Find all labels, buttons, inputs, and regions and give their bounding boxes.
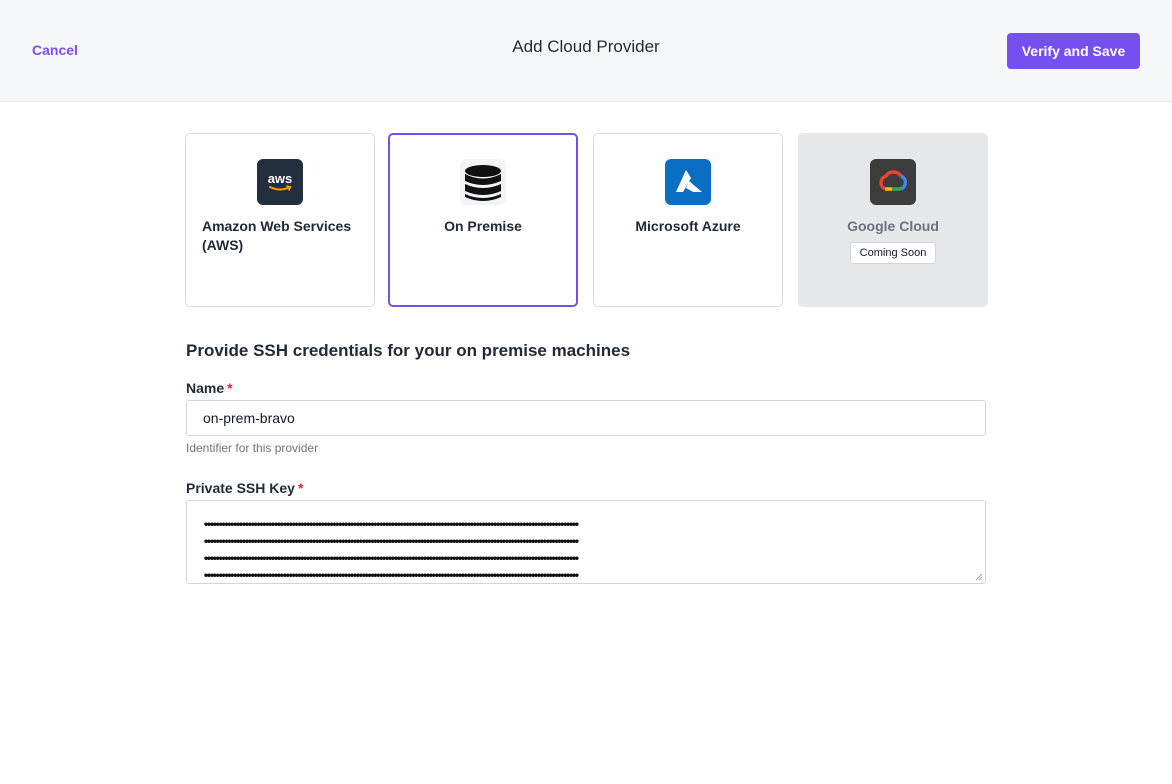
provider-name: On Premise [444,218,522,234]
provider-name: Google Cloud [847,218,939,234]
provider-card-aws[interactable]: aws Amazon Web Services (AWS) [185,133,375,307]
resize-handle-icon[interactable] [975,573,983,581]
provider-card-azure[interactable]: Microsoft Azure [593,133,783,307]
database-icon [460,159,506,205]
ssh-key-masked-line: ••••••••••••••••••••••••••••••••••••••••… [203,520,580,531]
name-field-label: Name * [186,380,233,396]
google-cloud-logo-icon [870,159,916,205]
name-hint: Identifier for this provider [186,441,319,455]
provider-card-on-premise[interactable]: On Premise [388,133,578,307]
ssh-key-label-text: Private SSH Key [186,480,295,496]
page-header: Cancel Add Cloud Provider Verify and Sav… [0,0,1172,102]
ssh-key-textarea[interactable]: ••••••••••••••••••••••••••••••••••••••••… [186,500,986,584]
ssh-key-field-label: Private SSH Key * [186,480,303,496]
required-marker: * [297,480,304,496]
ssh-key-masked-line: ••••••••••••••••••••••••••••••••••••••••… [203,537,580,548]
aws-logo-icon: aws [257,159,303,205]
provider-name: Microsoft Azure [635,218,741,234]
ssh-key-masked-line: ••••••••••••••••••••••••••••••••••••••••… [203,571,580,582]
verify-and-save-button[interactable]: Verify and Save [1007,33,1140,69]
page-title: Add Cloud Provider [512,37,660,56]
provider-card-google-cloud: Google Cloud Coming Soon [798,133,988,307]
provider-name: Amazon Web Services (AWS) [202,218,352,253]
ssh-key-masked-line: ••••••••••••••••••••••••••••••••••••••••… [203,554,580,565]
azure-logo-icon [665,159,711,205]
required-marker: * [227,380,233,396]
coming-soon-badge: Coming Soon [850,242,936,264]
name-label-text: Name [186,380,225,396]
svg-text:aws: aws [268,171,293,186]
name-input[interactable] [186,400,986,436]
section-title: Provide SSH credentials for your on prem… [186,341,631,360]
